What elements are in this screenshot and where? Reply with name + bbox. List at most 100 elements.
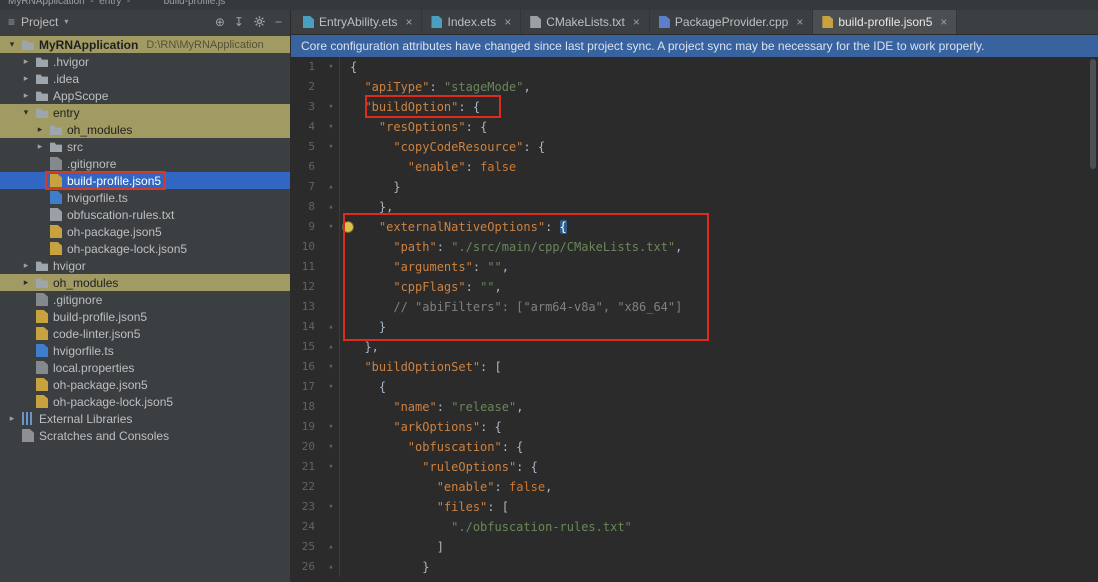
tree-item-oh_modules[interactable]: ▸ oh_modules <box>0 274 290 291</box>
code-line[interactable]: 2 "apiType": "stageMode", <box>291 77 1098 97</box>
code-line[interactable]: 18 "name": "release", <box>291 397 1098 417</box>
close-icon[interactable]: × <box>504 15 511 29</box>
fold-icon[interactable]: ▾ <box>323 497 340 517</box>
tree-item-code-linter.json5[interactable]: code-linter.json5 <box>0 325 290 342</box>
code-line[interactable]: 10 "path": "./src/main/cpp/CMakeLists.tx… <box>291 237 1098 257</box>
code-line[interactable]: 4 ▾ "resOptions": { <box>291 117 1098 137</box>
fold-icon[interactable]: ▾ <box>323 57 340 77</box>
close-icon[interactable]: × <box>633 15 640 29</box>
fold-icon[interactable]: ▴ <box>323 177 340 197</box>
tree-item-hvigor[interactable]: ▸ hvigor <box>0 257 290 274</box>
code-line[interactable]: 24 "./obfuscation-rules.txt" <box>291 517 1098 537</box>
code-line[interactable]: 25 ▴ ] <box>291 537 1098 557</box>
code-editor[interactable]: 1 ▾ {2 "apiType": "stageMode", 3 ▾ "buildOpt… <box>291 57 1098 582</box>
chevron-down-icon[interactable]: ▾ <box>64 17 68 26</box>
code-line[interactable]: 13 // "abiFilters": ["arm64-v8a", "x86_6… <box>291 297 1098 317</box>
fold-icon[interactable]: ▾ <box>323 437 340 457</box>
close-icon[interactable]: × <box>796 15 803 29</box>
tab-Index.ets[interactable]: Index.ets × <box>422 10 522 34</box>
line-number: 11 <box>301 260 315 273</box>
chevron-icon[interactable]: ▾ <box>20 107 32 118</box>
tree-item-src[interactable]: ▸ src <box>0 138 290 155</box>
tree-item-.gitignore[interactable]: .gitignore <box>0 155 290 172</box>
tree-item-oh-package.json5[interactable]: oh-package.json5 <box>0 223 290 240</box>
code-line[interactable]: 17 ▾ { <box>291 377 1098 397</box>
tab-CMakeLists.txt[interactable]: CMakeLists.txt × <box>521 10 650 34</box>
fold-icon[interactable]: ▴ <box>323 317 340 337</box>
locate-file-icon[interactable]: ⊕ <box>215 15 225 29</box>
tree-item-oh-package.json5[interactable]: oh-package.json5 <box>0 376 290 393</box>
tree-item-label: .hvigor <box>53 54 90 69</box>
tree-item-.idea[interactable]: ▸ .idea <box>0 70 290 87</box>
close-icon[interactable]: × <box>940 15 947 29</box>
code-line[interactable]: 15 ▴ }, <box>291 337 1098 357</box>
tool-window-menu-icon[interactable]: ≡ <box>8 15 15 29</box>
fold-icon[interactable]: ▾ <box>323 377 340 397</box>
fold-icon[interactable]: ▾ <box>323 117 340 137</box>
chevron-icon[interactable]: ▸ <box>20 260 32 271</box>
fold-icon[interactable]: ▾ <box>323 417 340 437</box>
intention-bulb-icon[interactable] <box>343 222 353 232</box>
code-line[interactable]: 26 ▴ } <box>291 557 1098 577</box>
chevron-icon[interactable]: ▸ <box>34 141 46 152</box>
fold-icon[interactable]: ▴ <box>323 197 340 217</box>
collapse-all-icon[interactable]: ↧ <box>234 15 244 29</box>
code-line[interactable]: 8 ▴ }, <box>291 197 1098 217</box>
fold-icon[interactable]: ▾ <box>323 137 340 157</box>
tree-item-obfuscation-rules.txt[interactable]: obfuscation-rules.txt <box>0 206 290 223</box>
code-line[interactable]: 11 "arguments": "", <box>291 257 1098 277</box>
tab-PackageProvider.cpp[interactable]: PackageProvider.cpp × <box>650 10 814 34</box>
chevron-icon[interactable]: ▸ <box>20 90 32 101</box>
code-line[interactable]: 21 ▾ "ruleOptions": { <box>291 457 1098 477</box>
tree-item-oh_modules[interactable]: ▸ oh_modules <box>0 121 290 138</box>
project-panel-title[interactable]: Project <box>21 15 58 29</box>
tree-item-build-profile.json5[interactable]: build-profile.json5 <box>0 308 290 325</box>
code-line[interactable]: 5 ▾ "copyCodeResource": { <box>291 137 1098 157</box>
tree-item-AppScope[interactable]: ▸ AppScope <box>0 87 290 104</box>
fold-icon[interactable]: ▾ <box>323 97 340 117</box>
tree-item-local.properties[interactable]: local.properties <box>0 359 290 376</box>
fold-icon[interactable]: ▴ <box>323 537 340 557</box>
tree-item-oh-package-lock.json5[interactable]: oh-package-lock.json5 <box>0 393 290 410</box>
code-line[interactable]: 20 ▾ "obfuscation": { <box>291 437 1098 457</box>
code-line[interactable]: 16 ▾ "buildOptionSet": [ <box>291 357 1098 377</box>
code-line[interactable]: 22 "enable": false, <box>291 477 1098 497</box>
fold-icon[interactable]: ▾ <box>323 357 340 377</box>
fold-icon[interactable]: ▴ <box>323 337 340 357</box>
tab-build-profile.json5[interactable]: build-profile.json5 × <box>813 10 958 34</box>
close-icon[interactable]: × <box>405 15 412 29</box>
tree-item-External Libraries[interactable]: ▸ External Libraries <box>0 410 290 427</box>
editor-scrollbar[interactable] <box>1088 57 1098 582</box>
tree-item-.gitignore[interactable]: .gitignore <box>0 291 290 308</box>
tree-item-hvigorfile.ts[interactable]: hvigorfile.ts <box>0 189 290 206</box>
code-line[interactable]: 1 ▾ { <box>291 57 1098 77</box>
settings-gear-icon[interactable] <box>253 15 266 28</box>
chevron-icon[interactable]: ▸ <box>20 73 32 84</box>
tree-item-MyRNApplication[interactable]: ▾ MyRNApplication D:\RN\MyRNApplication <box>0 36 290 53</box>
hide-panel-icon[interactable]: − <box>275 15 282 29</box>
tree-item-Scratches and Consoles[interactable]: Scratches and Consoles <box>0 427 290 444</box>
tree-item-entry[interactable]: ▾ entry <box>0 104 290 121</box>
chevron-icon[interactable]: ▸ <box>34 124 46 135</box>
fold-icon[interactable]: ▾ <box>323 457 340 477</box>
code-line[interactable]: 3 ▾ "buildOption": { <box>291 97 1098 117</box>
tree-item-hvigorfile.ts[interactable]: hvigorfile.ts <box>0 342 290 359</box>
code-line[interactable]: 7 ▴ } <box>291 177 1098 197</box>
code-line[interactable]: 14 ▴ } <box>291 317 1098 337</box>
fold-icon[interactable]: ▾ <box>323 217 340 237</box>
tree-item-.hvigor[interactable]: ▸ .hvigor <box>0 53 290 70</box>
chevron-icon[interactable]: ▸ <box>20 277 32 288</box>
tab-EntryAbility.ets[interactable]: EntryAbility.ets × <box>294 10 423 34</box>
tree-item-oh-package-lock.json5[interactable]: oh-package-lock.json5 <box>0 240 290 257</box>
code-line[interactable]: 19 ▾ "arkOptions": { <box>291 417 1098 437</box>
scrollbar-thumb[interactable] <box>1090 59 1096 169</box>
chevron-icon[interactable]: ▸ <box>6 413 18 424</box>
tree-item-build-profile.json5[interactable]: build-profile.json5 <box>0 172 290 189</box>
chevron-icon[interactable]: ▸ <box>20 56 32 67</box>
fold-icon[interactable]: ▴ <box>323 557 340 577</box>
code-line[interactable]: 23 ▾ "files": [ <box>291 497 1098 517</box>
code-line[interactable]: 12 "cppFlags": "", <box>291 277 1098 297</box>
chevron-icon[interactable]: ▾ <box>6 39 18 50</box>
code-line[interactable]: 6 "enable": false <box>291 157 1098 177</box>
code-line[interactable]: 9 ▾ "externalNativeOptions": { <box>291 217 1098 237</box>
